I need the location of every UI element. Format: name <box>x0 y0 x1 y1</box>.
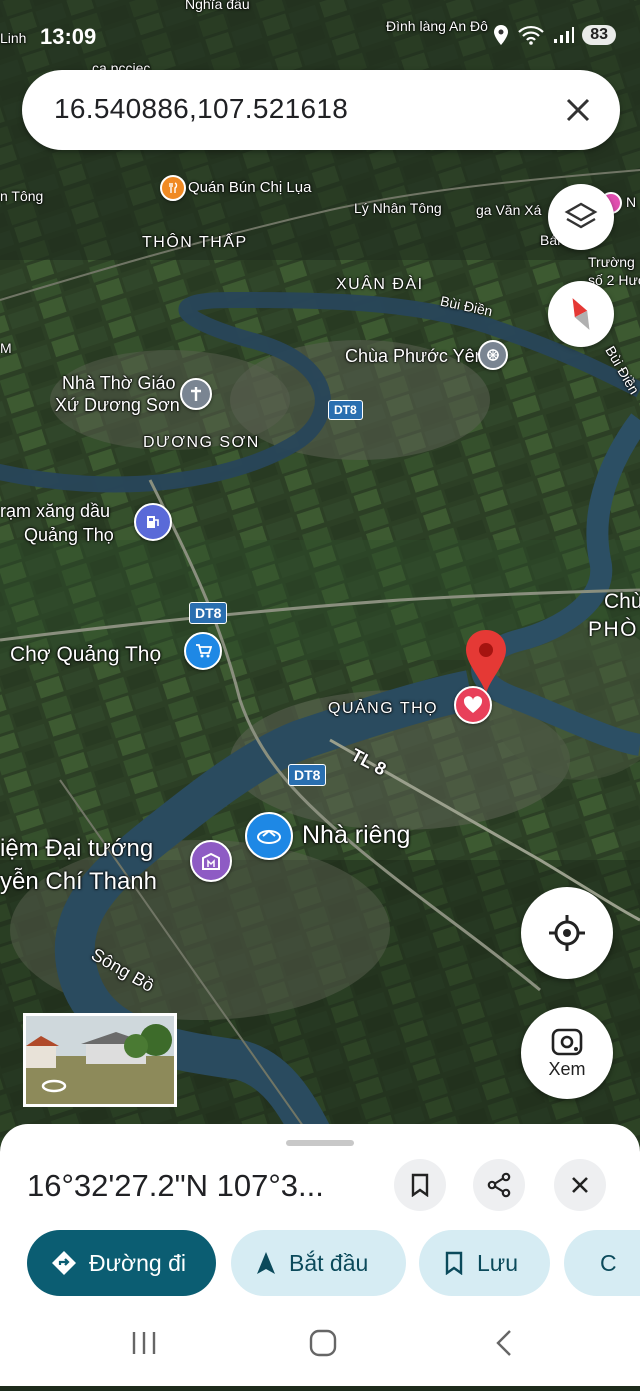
close-sheet-button[interactable] <box>554 1159 606 1211</box>
map-label: ga Văn Xá <box>476 202 542 218</box>
compass-button[interactable] <box>548 281 614 347</box>
navigation-arrow-icon <box>257 1252 275 1274</box>
system-navigation-bar <box>0 1300 640 1386</box>
home-icon[interactable] <box>245 812 293 860</box>
map-label: Quảng Thọ <box>24 525 114 545</box>
back-icon[interactable] <box>496 1330 511 1356</box>
road-badge: DT8 <box>288 764 327 786</box>
layers-icon <box>564 202 598 229</box>
search-query[interactable]: 16.540886,107.521618 <box>54 93 348 125</box>
status-time: 13:09 <box>40 24 97 49</box>
temple-icon[interactable] <box>478 340 508 370</box>
home-nav-icon[interactable] <box>309 1329 337 1357</box>
road-badge: DT8 <box>189 602 228 624</box>
recents-icon[interactable] <box>132 1332 156 1354</box>
directions-button[interactable]: Đường đi <box>27 1230 216 1296</box>
lens-button[interactable]: Xem <box>521 1007 613 1099</box>
share-icon-button[interactable] <box>473 1159 525 1211</box>
bookmark-icon <box>411 1173 429 1197</box>
share-button[interactable]: C <box>564 1230 640 1296</box>
church-icon[interactable] <box>180 378 212 410</box>
map-label: rạm xăng dầu <box>0 501 111 521</box>
road-badge: DT8 <box>328 400 363 420</box>
museum-icon[interactable] <box>190 840 232 882</box>
map-label: iệm Đại tướng <box>0 835 154 862</box>
map-label: THÔN THẤP <box>142 234 248 251</box>
street-view-thumbnail[interactable] <box>23 1013 177 1107</box>
start-label: Bắt đầu <box>289 1249 369 1276</box>
search-bar[interactable]: 16.540886,107.521618 <box>22 70 620 150</box>
compass-icon <box>572 298 590 330</box>
start-button[interactable]: Bắt đầu <box>231 1230 406 1296</box>
map-label: Quán Bún Chị Lụa <box>188 179 312 196</box>
layers-button[interactable] <box>548 184 614 250</box>
share-icon <box>487 1172 511 1198</box>
battery-level: 83 <box>590 26 608 43</box>
share-label: C <box>600 1249 617 1276</box>
save-button[interactable]: Lưu <box>419 1230 550 1296</box>
shopping-cart-icon[interactable] <box>184 632 222 670</box>
map-label: Trường <box>588 254 635 270</box>
restaurant-icon[interactable] <box>160 175 186 201</box>
map-label: Lý Nhân Tông <box>354 200 442 216</box>
map-label: Nghĩa đầu <box>185 0 250 12</box>
map-label: XUÂN ĐÀI <box>336 276 424 293</box>
save-icon-button[interactable] <box>394 1159 446 1211</box>
place-title: 16°32'27.2"N 107°3... <box>27 1168 324 1203</box>
map-imagery <box>0 0 640 1150</box>
gas-station-icon[interactable] <box>134 503 172 541</box>
drag-handle[interactable] <box>286 1140 354 1146</box>
map-label: DƯƠNG SƠN <box>143 434 260 451</box>
map-label: QUẢNG THỌ <box>328 700 439 717</box>
map-label: Nhà Thờ Giáo <box>62 373 176 393</box>
map-label: Chùa Phước Yên <box>345 346 485 366</box>
map-label: Chợ Quảng Thọ <box>10 643 162 666</box>
status-bar: 13:09 83 <box>0 18 640 58</box>
bookmark-icon <box>445 1251 463 1275</box>
map-label: Chù <box>604 590 640 613</box>
my-location-icon <box>549 915 585 951</box>
map-label: M <box>0 340 12 356</box>
heart-icon[interactable] <box>454 686 492 724</box>
location-status-icon <box>494 25 509 45</box>
camera-lens-icon <box>551 1028 583 1055</box>
map-label: n Tông <box>0 188 44 204</box>
signal-icon <box>554 27 575 43</box>
directions-label: Đường đi <box>89 1249 186 1276</box>
lens-label: Xem <box>548 1058 586 1079</box>
save-label: Lưu <box>477 1249 518 1276</box>
my-location-button[interactable] <box>521 887 613 979</box>
wifi-icon <box>518 25 544 45</box>
close-icon[interactable] <box>558 90 598 130</box>
map-label: PHÒ <box>588 618 639 641</box>
map-label: N <box>626 194 637 210</box>
battery-indicator: 83 <box>582 25 616 45</box>
close-icon <box>572 1177 588 1193</box>
directions-icon <box>52 1251 76 1275</box>
map-label: yễn Chí Thanh <box>0 868 157 895</box>
map-label: Xứ Dương Sơn <box>55 395 180 415</box>
map-label: Nhà riêng <box>302 821 411 849</box>
satellite-map[interactable]: Nghĩa đầu Đình làng An Đô Linh ca pcciec… <box>0 0 640 1150</box>
